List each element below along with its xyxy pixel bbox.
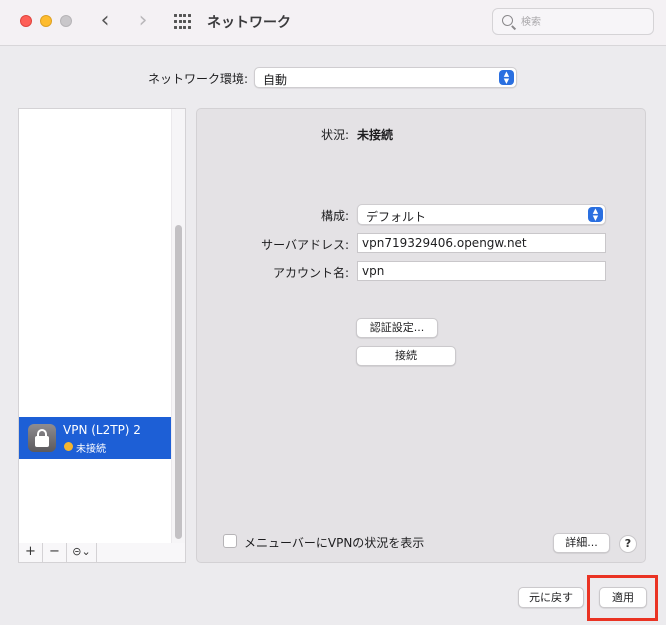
location-popup[interactable]: 自動 ▲ ▼ [254, 67, 517, 88]
apply-highlight-box [587, 575, 658, 621]
server-address-field[interactable] [357, 233, 606, 253]
minimize-window-button[interactable] [40, 15, 52, 27]
toolbar: ‹ › ネットワーク [0, 0, 666, 46]
service-item-vpn-l2tp-2[interactable]: VPN (L2TP) 2 未接続 [19, 417, 172, 459]
connect-button[interactable]: 接続 [356, 346, 456, 366]
authentication-settings-button[interactable]: 認証設定... [356, 318, 438, 338]
search-icon [502, 15, 513, 26]
server-address-label: サーバアドレス: [261, 238, 349, 252]
service-name: VPN (L2TP) 2 [63, 423, 141, 437]
window-title: ネットワーク [207, 15, 291, 31]
forward-chevron-icon: › [138, 8, 148, 33]
add-service-button[interactable]: + [19, 543, 43, 562]
back-chevron-icon[interactable]: ‹ [95, 9, 115, 33]
search-input[interactable] [521, 13, 647, 31]
status-dot-icon [64, 442, 73, 451]
scrollbar[interactable] [171, 109, 185, 543]
service-status: 未接続 [76, 444, 106, 455]
lock-icon [28, 424, 56, 452]
vpn-settings-panel: 状況: 未接続 構成: デフォルト ▲▼ サーバアドレス: アカウント名: 認証… [196, 108, 646, 563]
action-menu-button[interactable]: ⊝⌄ [67, 543, 97, 562]
service-list[interactable]: VPN (L2TP) 2 未接続 [18, 108, 186, 544]
configuration-popup[interactable]: デフォルト ▲ ▼ [357, 204, 606, 225]
network-preferences-window: ‹ › ネットワーク ネットワーク環境: 自動 ▲▼ VPN (L2TP) 2 … [0, 0, 666, 625]
zoom-window-button [60, 15, 72, 27]
status-value: 未接続 [357, 128, 394, 142]
close-window-button[interactable] [20, 15, 32, 27]
show-vpn-status-label[interactable]: メニューバーにVPNの状況を表示 [244, 534, 424, 551]
scrollbar-thumb[interactable] [175, 225, 182, 539]
location-value: 自動 [263, 73, 288, 87]
show-vpn-status-checkbox[interactable] [223, 534, 237, 548]
account-name-field[interactable] [357, 261, 606, 281]
show-all-grid-icon[interactable] [174, 14, 192, 30]
configuration-value: デフォルト [366, 210, 427, 224]
account-name-label: アカウント名: [272, 266, 349, 280]
remove-service-button[interactable]: − [43, 543, 67, 562]
service-list-toolbar: + − ⊝⌄ [18, 543, 186, 563]
configuration-label: 構成: [320, 209, 349, 223]
status-label: 状況: [320, 128, 349, 142]
revert-button[interactable]: 元に戻す [518, 587, 584, 608]
popup-stepper-icon: ▲ ▼ [588, 207, 603, 222]
location-label: ネットワーク環境: [148, 72, 249, 86]
search-field[interactable] [492, 8, 654, 35]
popup-stepper-icon: ▲ ▼ [499, 70, 514, 85]
advanced-button[interactable]: 詳細... [553, 533, 610, 553]
help-button[interactable]: ? [619, 535, 637, 553]
